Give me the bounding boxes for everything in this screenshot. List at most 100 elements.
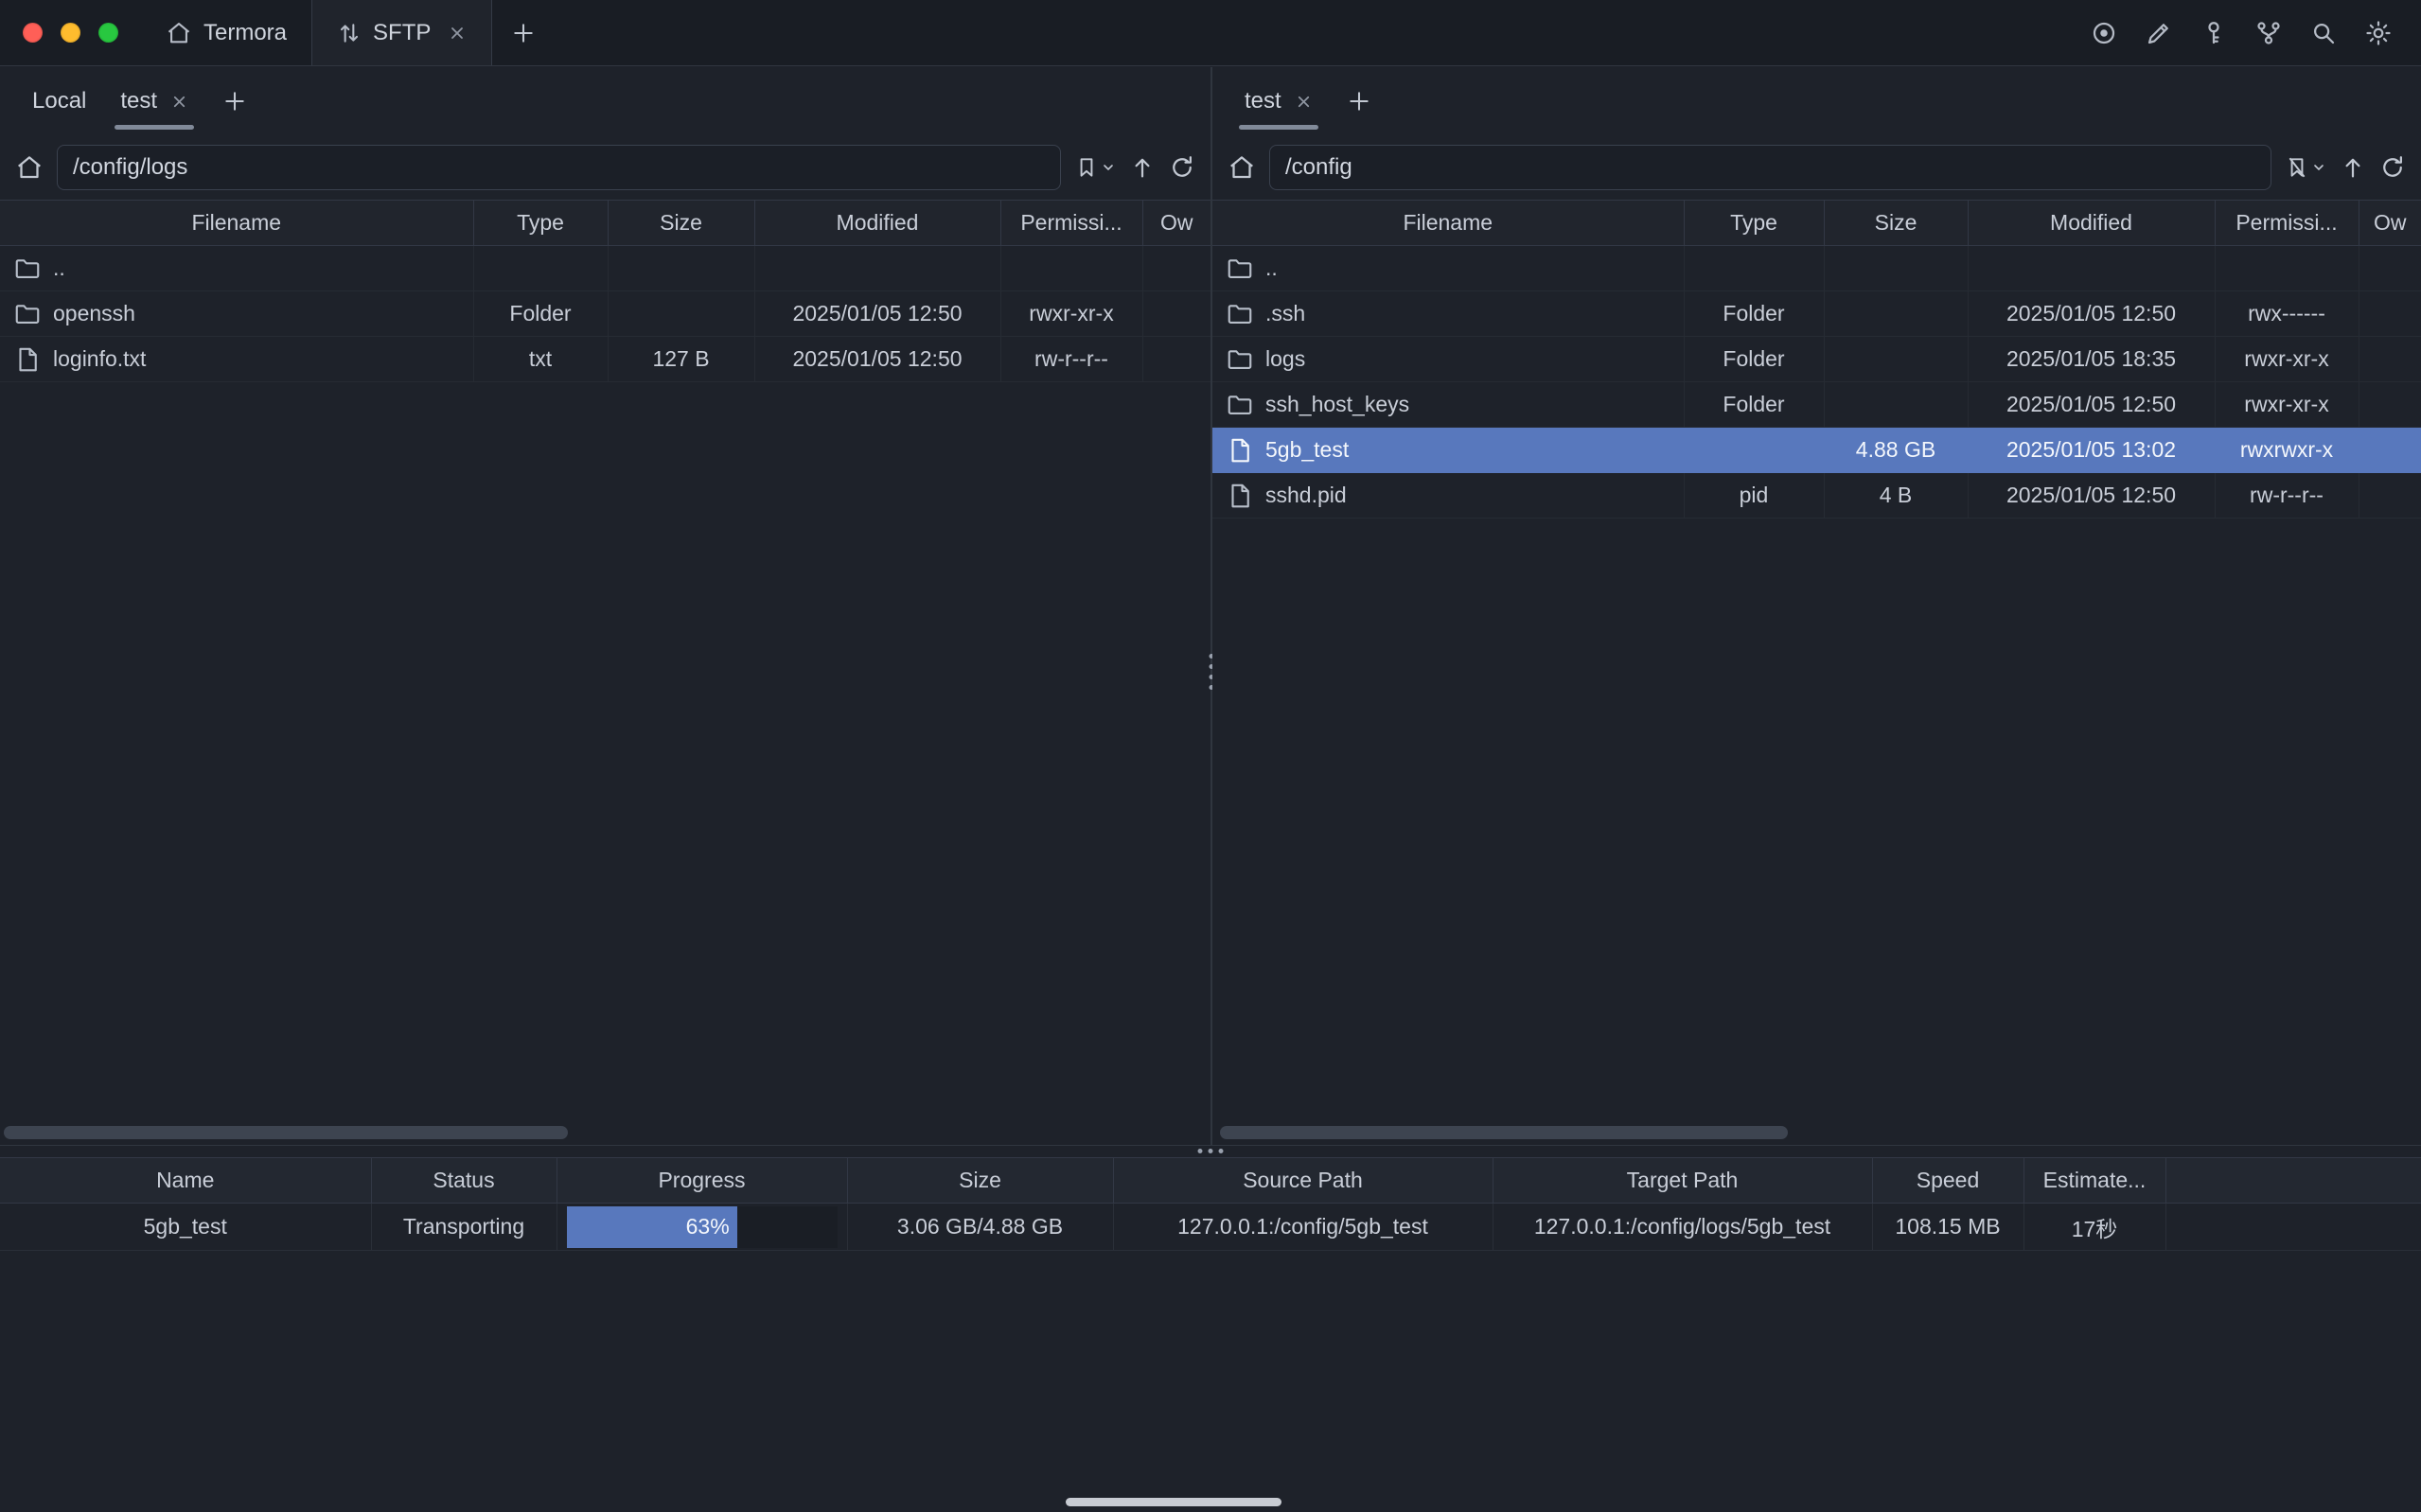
arrow-up-icon[interactable] [1129, 154, 1156, 181]
new-session-tab-button[interactable] [205, 67, 264, 135]
path-text-right: /config [1285, 154, 1352, 181]
refresh-icon[interactable] [1169, 154, 1195, 181]
file-modified: 2025/01/05 12:50 [754, 291, 1000, 337]
file-size: 127 B [608, 337, 754, 382]
file-row[interactable]: ssh_host_keys Folder 2025/01/05 12:50 rw… [1212, 382, 2421, 428]
folder-icon [13, 255, 42, 283]
file-type: Folder [1684, 337, 1824, 382]
file-type: pid [1684, 473, 1824, 519]
column-header-size[interactable]: Size [847, 1158, 1113, 1204]
file-row[interactable]: loginfo.txt txt 127 B 2025/01/05 12:50 r… [0, 337, 1210, 382]
transfer-source-path: 127.0.0.1:/config/5gb_test [1113, 1204, 1493, 1251]
file-row[interactable]: 5gb_test 4.88 GB 2025/01/05 13:02 rwxrwx… [1212, 428, 2421, 473]
close-window-button[interactable] [23, 23, 43, 43]
arrow-up-icon[interactable] [2340, 154, 2366, 181]
tab-termora[interactable]: Termora [141, 0, 311, 65]
column-header-speed[interactable]: Speed [1872, 1158, 2023, 1204]
branch-icon[interactable] [2253, 17, 2285, 49]
column-header-progress[interactable]: Progress [557, 1158, 847, 1204]
file-row[interactable]: .. [1212, 246, 2421, 291]
key-icon[interactable] [2198, 17, 2230, 49]
file-row[interactable]: .ssh Folder 2025/01/05 12:50 rwx------ [1212, 291, 2421, 337]
transfer-row[interactable]: 5gb_test Transporting 63% 3.06 GB/4.88 G… [0, 1204, 2421, 1251]
file-modified: 2025/01/05 18:35 [1968, 337, 2215, 382]
transfer-table-header: Name Status Progress Size Source Path Ta… [0, 1158, 2421, 1204]
path-input-right[interactable]: /config [1269, 145, 2271, 190]
home-icon[interactable] [1228, 153, 1256, 182]
file-size: 4.88 GB [1824, 428, 1968, 473]
file-row[interactable]: openssh Folder 2025/01/05 12:50 rwxr-xr-… [0, 291, 1210, 337]
new-session-tab-button[interactable] [1330, 67, 1388, 135]
file-size [608, 246, 754, 291]
column-header-permissions[interactable]: Permissi... [1000, 201, 1142, 246]
file-type: Folder [1684, 382, 1824, 428]
transfer-estimate: 17秒 [2023, 1204, 2165, 1251]
new-window-tab-button[interactable] [492, 0, 555, 65]
column-header-source-path[interactable]: Source Path [1113, 1158, 1493, 1204]
column-header-type[interactable]: Type [473, 201, 608, 246]
close-icon[interactable] [1295, 93, 1313, 111]
bookmark-button-left[interactable] [1074, 155, 1116, 180]
chevron-down-icon [2311, 160, 2326, 175]
tab-test-left-label: test [120, 88, 157, 114]
file-name: logs [1265, 346, 1305, 372]
pencil-icon[interactable] [2143, 17, 2175, 49]
column-header-modified[interactable]: Modified [754, 201, 1000, 246]
column-header-modified[interactable]: Modified [1968, 201, 2215, 246]
left-horizontal-scrollbar [0, 1126, 1210, 1139]
minimize-window-button[interactable] [61, 23, 80, 43]
tab-termora-label: Termora [203, 20, 287, 46]
file-permissions: rwx------ [2215, 291, 2359, 337]
refresh-icon[interactable] [2379, 154, 2406, 181]
progress-fill: 63% [567, 1206, 737, 1248]
bottom-scrollbar-thumb[interactable] [1066, 1498, 1281, 1506]
file-row[interactable]: sshd.pid pid 4 B 2025/01/05 12:50 rw-r--… [1212, 473, 2421, 519]
close-icon[interactable] [170, 93, 188, 111]
scrollbar-thumb[interactable] [1220, 1126, 1788, 1139]
column-header-size[interactable]: Size [608, 201, 754, 246]
file-row[interactable]: logs Folder 2025/01/05 18:35 rwxr-xr-x [1212, 337, 2421, 382]
gear-icon[interactable] [2362, 17, 2394, 49]
home-icon[interactable] [15, 153, 44, 182]
column-header-filename[interactable]: Filename [1212, 201, 1684, 246]
search-icon[interactable] [2307, 17, 2340, 49]
column-header-size[interactable]: Size [1824, 201, 1968, 246]
panel-splitter-grip-icon[interactable] [1198, 1149, 1224, 1153]
file-owner [2359, 473, 2421, 519]
file-row[interactable]: .. [0, 246, 1210, 291]
file-size [1824, 382, 1968, 428]
file-permissions [2215, 246, 2359, 291]
file-permissions: rwxrwxr-x [2215, 428, 2359, 473]
column-header-name[interactable]: Name [0, 1158, 371, 1204]
right-table-header: Filename Type Size Modified Permissi... … [1212, 201, 2421, 246]
record-icon[interactable] [2088, 17, 2120, 49]
zoom-window-button[interactable] [98, 23, 118, 43]
tab-test-left[interactable]: test [103, 67, 205, 135]
scrollbar-thumb[interactable] [4, 1126, 568, 1139]
column-header-owner[interactable]: Ow [1142, 201, 1210, 246]
column-header-target-path[interactable]: Target Path [1493, 1158, 1872, 1204]
column-header-type[interactable]: Type [1684, 201, 1824, 246]
tab-test-right[interactable]: test [1228, 67, 1330, 135]
column-header-filename[interactable]: Filename [0, 201, 473, 246]
left-file-table: Filename Type Size Modified Permissi... … [0, 200, 1210, 382]
tab-local[interactable]: Local [15, 67, 103, 135]
column-header-owner[interactable]: Ow [2359, 201, 2421, 246]
tab-test-right-label: test [1245, 88, 1281, 114]
bookmark-button-right[interactable] [2285, 155, 2326, 180]
tab-local-label: Local [32, 88, 86, 114]
tab-sftp[interactable]: SFTP [311, 0, 492, 65]
transfer-table: Name Status Progress Size Source Path Ta… [0, 1157, 2421, 1251]
file-owner [2359, 382, 2421, 428]
close-icon[interactable] [448, 24, 467, 43]
bookmark-icon [1074, 155, 1099, 180]
path-input-left[interactable]: /config/logs [57, 145, 1061, 190]
column-header-status[interactable]: Status [371, 1158, 557, 1204]
transfer-name: 5gb_test [0, 1204, 371, 1251]
column-header-permissions[interactable]: Permissi... [2215, 201, 2359, 246]
column-header-estimate[interactable]: Estimate... [2023, 1158, 2165, 1204]
file-name: ssh_host_keys [1265, 392, 1409, 417]
transfer-size: 3.06 GB/4.88 GB [847, 1204, 1113, 1251]
file-panes: Local test /config/logs [0, 67, 2421, 1145]
file-size [608, 291, 754, 337]
